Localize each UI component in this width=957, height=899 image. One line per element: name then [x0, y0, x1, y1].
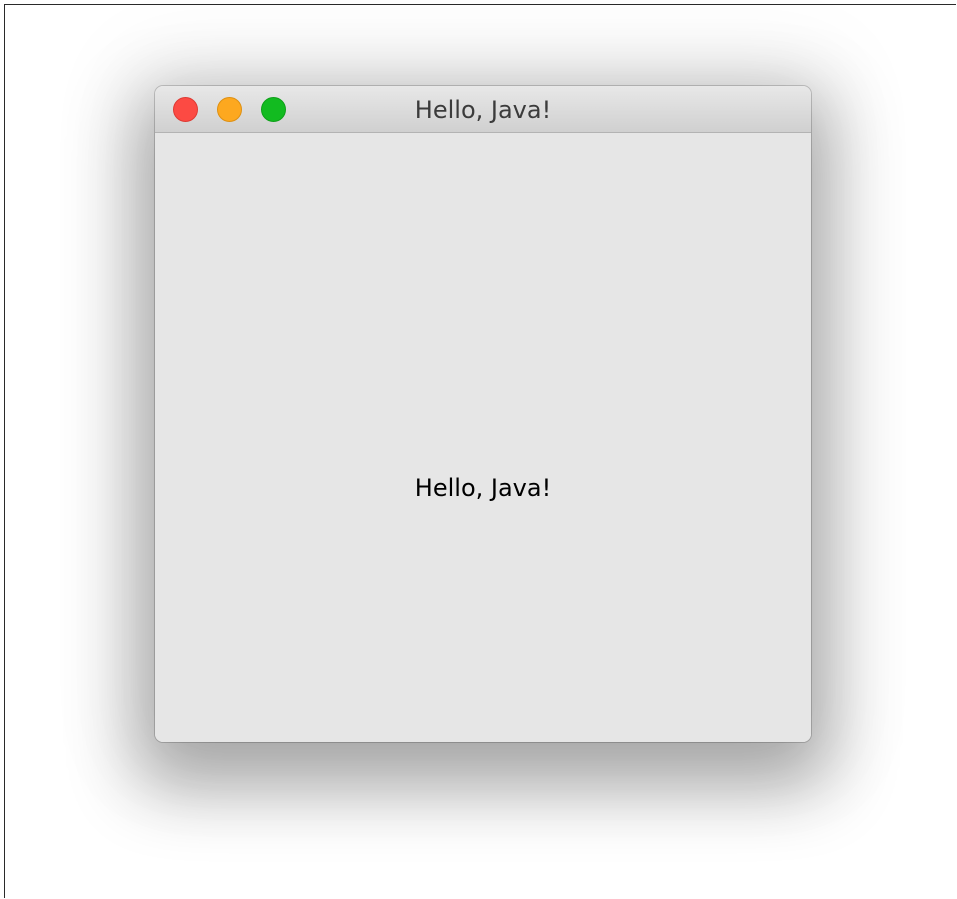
hello-label: Hello, Java! — [414, 474, 552, 502]
window-title: Hello, Java! — [414, 96, 552, 124]
window-content: Hello, Java! — [155, 133, 811, 742]
window-titlebar[interactable]: Hello, Java! — [155, 86, 811, 133]
app-window: Hello, Java! Hello, Java! — [155, 86, 811, 742]
